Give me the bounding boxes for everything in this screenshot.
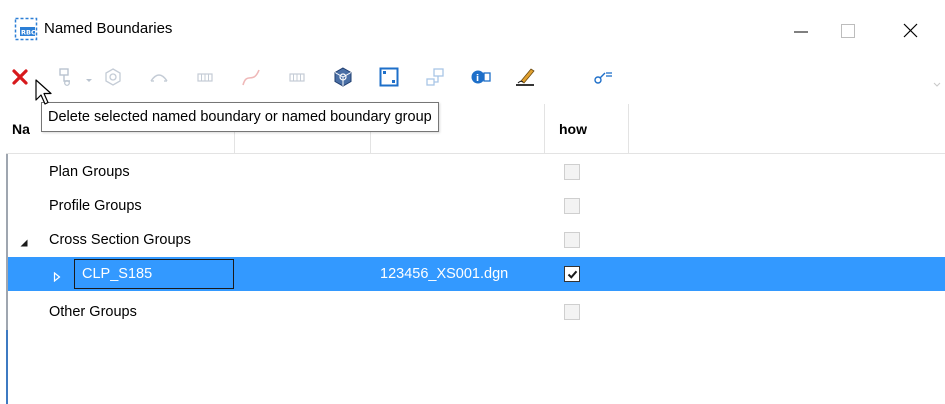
show-checkbox[interactable] [564,232,580,248]
svg-text:i: i [476,74,479,84]
filter-list-icon [594,72,612,84]
row-file: 123456_XS001.dgn [380,266,509,282]
group-icon [59,68,70,86]
hierarchy-icon [426,68,444,86]
maximize-icon [841,24,855,38]
hierarchy-button[interactable] [422,64,448,90]
tree-row-cross-section-groups[interactable]: Cross Section Groups [8,223,945,257]
draw-boundary-button[interactable] [512,64,538,90]
curve-button[interactable] [238,64,264,90]
grid-icon [197,73,213,82]
show-checkbox-checked[interactable] [564,266,580,282]
row-label: Profile Groups [49,198,142,214]
3d-model-button[interactable] [330,64,356,90]
curve-icon [242,69,260,86]
tree-row-profile-groups[interactable]: Profile Groups [8,189,945,223]
info-icon: i [471,70,491,84]
mouse-cursor-icon [34,78,58,108]
toolbar-overflow-icon[interactable] [932,76,942,87]
show-checkbox[interactable] [564,164,580,180]
column-separator[interactable] [628,104,629,154]
title-bar: RBC Named Boundaries [0,0,945,58]
column-header-name[interactable]: Na [12,104,30,154]
grid-icon [289,73,305,82]
close-button[interactable] [888,8,934,52]
window-title: Named Boundaries [44,20,173,37]
row-label[interactable]: CLP_S185 [82,257,152,291]
column-separator[interactable] [544,104,545,154]
tree-row-plan-groups[interactable]: Plan Groups [8,155,945,189]
close-icon [903,23,918,38]
boundary-settings-button[interactable] [100,64,126,90]
properties-button[interactable]: i [468,64,494,90]
row-label: Plan Groups [49,164,130,180]
delete-x-icon [12,69,28,85]
expanded-triangle-icon[interactable] [19,235,29,247]
tree-row-clp-s185[interactable]: CLP_S185 123456_XS001.dgn [8,257,945,291]
delete-button[interactable] [8,64,34,90]
named-boundaries-app-icon: RBC [14,17,38,41]
profile-arc-icon [150,74,168,82]
show-checkbox[interactable] [564,198,580,214]
show-checkbox[interactable] [564,304,580,320]
fit-view-button[interactable] [376,64,402,90]
delete-tooltip: Delete selected named boundary or named … [41,102,439,132]
checkmark-icon [567,270,578,279]
pen-icon [516,68,535,86]
named-boundaries-grid: Na how Plan Groups Profile Groups Cross … [6,104,945,404]
sheet-grid-2-button[interactable] [284,64,310,90]
minimize-button[interactable] [780,8,826,52]
civil-plan-button[interactable] [146,64,172,90]
fit-view-icon [379,67,399,87]
cube-gear-icon [105,68,121,86]
row-label: Cross Section Groups [49,232,191,248]
tree-row-other-groups[interactable]: Other Groups [8,295,945,329]
sheet-grid-button[interactable] [192,64,218,90]
chevron-down-icon[interactable] [84,72,94,82]
toolbar: i [0,58,945,100]
filter-button[interactable] [590,64,616,90]
minimize-icon [794,31,808,33]
cube-icon [334,67,352,87]
row-label: Other Groups [49,304,137,320]
column-header-show[interactable]: how [559,104,587,154]
collapsed-triangle-icon[interactable] [52,269,62,283]
svg-text:RBC: RBC [21,29,36,37]
maximize-button[interactable] [826,8,872,52]
